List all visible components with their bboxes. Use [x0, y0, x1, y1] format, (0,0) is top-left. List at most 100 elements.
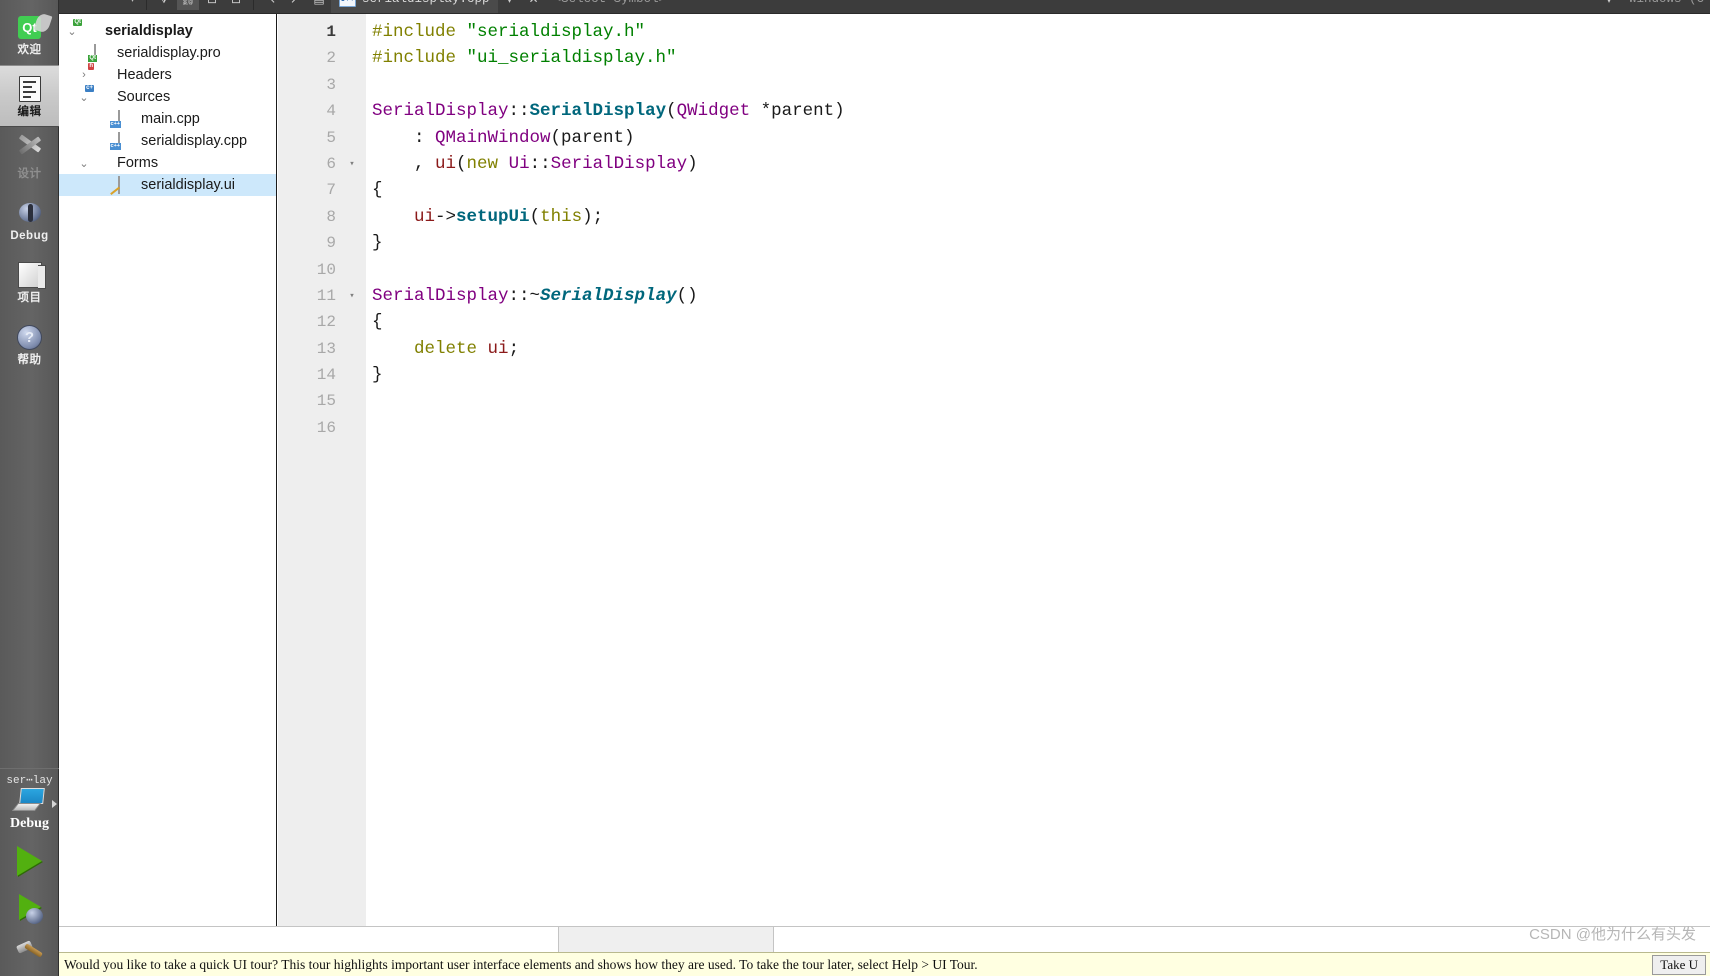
tree-row-selected[interactable]: · serialdisplay.ui: [59, 174, 276, 196]
csdn-watermark: CSDN @他为什么有头发: [1529, 926, 1696, 943]
code-line-text: #include "serialdisplay.h": [366, 19, 645, 45]
code-line[interactable]: 13 delete ui;: [278, 336, 1710, 362]
line-number: 9: [326, 234, 336, 253]
code-line[interactable]: 11 ▾ SerialDisplay::~SerialDisplay(): [278, 283, 1710, 309]
code-token: ,: [372, 153, 436, 174]
project-tree-panel[interactable]: ⌄ serialdisplay · serialdisplay.pro › He…: [59, 14, 277, 952]
mode-projects[interactable]: 项目: [0, 251, 59, 313]
tree-row[interactable]: › Headers: [59, 64, 276, 86]
code-line[interactable]: 16: [278, 415, 1710, 441]
mode-debug-label: Debug: [10, 230, 49, 242]
code-line[interactable]: 10: [278, 257, 1710, 283]
code-token: ui: [487, 338, 509, 359]
code-token: Ui: [508, 153, 530, 174]
close-split-icon[interactable]: ⊡: [225, 0, 247, 10]
run-button[interactable]: [0, 838, 59, 884]
tree-row[interactable]: · serialdisplay.cpp: [59, 130, 276, 152]
folder-forms-icon: [93, 155, 111, 171]
code-line[interactable]: 14}: [278, 362, 1710, 388]
debug-bug-icon: [26, 908, 43, 924]
code-editor[interactable]: 1 #include "serialdisplay.h" 2 #include "ui…: [278, 14, 1710, 952]
line-number: 8: [326, 207, 336, 226]
output-pane-active-tab[interactable]: [559, 926, 774, 953]
code-line[interactable]: 9}: [278, 230, 1710, 256]
close-icon[interactable]: ✕: [523, 0, 545, 10]
code-line-text: }: [366, 230, 383, 256]
tab-dropdown-icon[interactable]: ▾: [499, 0, 521, 10]
filter-icon[interactable]: ⧩: [153, 0, 175, 10]
build-button[interactable]: [0, 930, 59, 976]
output-pane-strip: [59, 926, 1710, 953]
line-number: 13: [316, 339, 336, 358]
chevron-down-icon-right[interactable]: ▾: [1598, 0, 1620, 10]
tree-row[interactable]: ⌄ Forms: [59, 152, 276, 174]
symbol-selector[interactable]: <Select Symbol>: [554, 0, 667, 6]
code-line[interactable]: 15: [278, 388, 1710, 414]
chevron-down-icon[interactable]: ▾: [130, 0, 135, 5]
mode-design-label: 设计: [17, 168, 42, 180]
fold-marker-icon[interactable]: ▾: [338, 283, 366, 309]
chevron-right-icon: [52, 800, 57, 808]
chevron-down-icon[interactable]: ⌄: [75, 157, 93, 170]
ui-tour-banner: Would you like to take a quick UI tour? …: [59, 952, 1710, 976]
tree-row-label: serialdisplay.pro: [117, 45, 221, 61]
go-back-icon[interactable]: ↖: [260, 0, 282, 10]
code-token: delete: [414, 338, 478, 359]
take-ui-tour-button[interactable]: Take U: [1652, 954, 1706, 975]
mode-edit[interactable]: 编辑: [0, 65, 59, 127]
code-token: ::~: [508, 285, 541, 306]
line-number: 12: [316, 313, 336, 332]
chevron-down-icon[interactable]: ⌄: [75, 91, 93, 104]
qt-creator-window: 项目 ▾ ⧩ ⛓ ⊟ ⊡ ↖ ↗ ▤ C++ serialdisplay.cpp…: [0, 0, 1710, 976]
code-line[interactable]: 8 ui->setupUi(this);: [278, 204, 1710, 230]
code-line[interactable]: 6 ▾ , ui(new Ui::SerialDisplay): [278, 151, 1710, 177]
chevron-down-icon[interactable]: ⌄: [63, 25, 81, 38]
line-number: 4: [326, 102, 336, 121]
open-file-tab[interactable]: C++ serialdisplay.cpp: [331, 0, 498, 13]
code-token: #include: [372, 22, 467, 42]
mode-help[interactable]: ? 帮助: [0, 313, 59, 375]
tree-row-label: Forms: [117, 155, 159, 171]
tree-row[interactable]: · main.cpp: [59, 108, 276, 130]
tree-row[interactable]: ⌄ serialdisplay: [59, 20, 276, 42]
code-token: QMainWindow: [435, 127, 551, 148]
split-view-icon[interactable]: ⊟: [201, 0, 223, 10]
fold-marker-icon[interactable]: ▾: [338, 151, 366, 177]
file-ui-icon: [117, 176, 135, 194]
code-token: );: [582, 206, 604, 227]
output-pane-left: [59, 926, 559, 953]
kit-selector[interactable]: Debug: [0, 788, 59, 838]
code-line[interactable]: 5 : QMainWindow(parent): [278, 125, 1710, 151]
code-token: (: [529, 206, 541, 227]
mode-design[interactable]: 设计: [0, 127, 59, 189]
desktop-kit-icon: [11, 788, 45, 814]
code-line[interactable]: 7{: [278, 177, 1710, 203]
code-text-area[interactable]: 1 #include "serialdisplay.h" 2 #include "ui…: [278, 14, 1710, 952]
code-line[interactable]: 2 #include "ui_serialdisplay.h": [278, 45, 1710, 71]
help-mode-icon: ?: [14, 322, 46, 352]
open-file-tab-label: serialdisplay.cpp: [362, 0, 490, 6]
code-token: :: [372, 127, 436, 148]
mode-welcome[interactable]: Qt 欢迎: [0, 3, 59, 65]
code-line[interactable]: 1 #include "serialdisplay.h": [278, 19, 1710, 45]
cpp-file-icon: C++: [339, 0, 357, 7]
code-line[interactable]: 12 {: [278, 309, 1710, 335]
tree-row[interactable]: ⌄ Sources: [59, 86, 276, 108]
debug-button[interactable]: [0, 884, 59, 930]
tree-row[interactable]: · serialdisplay.pro: [59, 42, 276, 64]
code-token: (parent): [550, 127, 635, 148]
code-line[interactable]: 3: [278, 72, 1710, 98]
code-token: ui: [435, 153, 457, 174]
go-forward-icon[interactable]: ↗: [284, 0, 306, 10]
encoding-label[interactable]: Windows (C: [1629, 0, 1704, 6]
chevron-right-icon[interactable]: ›: [75, 69, 93, 81]
mode-debug[interactable]: Debug: [0, 189, 59, 251]
code-line[interactable]: 4 SerialDisplay::SerialDisplay(QWidget *p…: [278, 98, 1710, 124]
code-token: ;: [508, 338, 520, 359]
open-document-icon[interactable]: ▤: [308, 0, 330, 10]
code-line-text: {: [366, 309, 383, 335]
line-number: 5: [326, 128, 336, 147]
link-editor-icon[interactable]: ⛓: [177, 0, 200, 10]
tree-row-label: Sources: [117, 89, 171, 105]
